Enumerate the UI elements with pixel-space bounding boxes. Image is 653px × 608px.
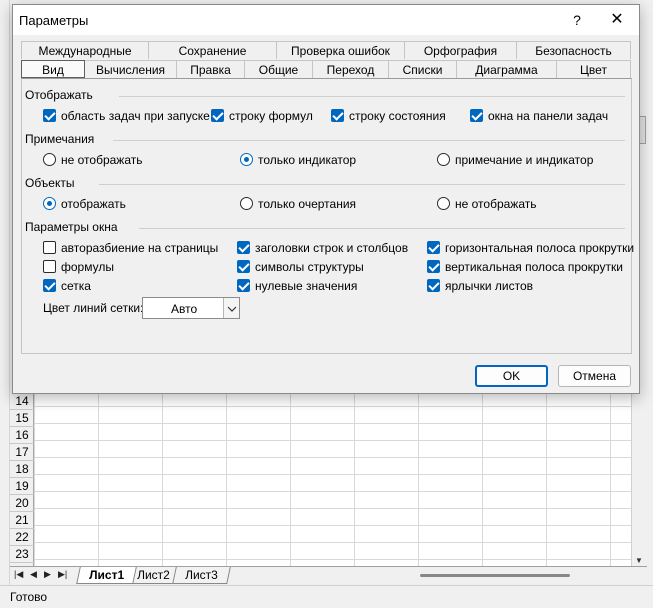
sheet-tab-3[interactable]: Лист3 <box>172 567 231 584</box>
tab-calculation[interactable]: Вычисления <box>85 60 177 78</box>
radio-label: примечание и индикатор <box>455 153 594 167</box>
checkbox-icon <box>470 109 483 122</box>
tab-chart[interactable]: Диаграмма <box>457 60 557 78</box>
checkbox-label: заголовки строк и столбцов <box>255 241 409 255</box>
checkbox-label: строку формул <box>229 109 313 123</box>
checkbox-label: символы структуры <box>255 260 364 274</box>
checkbox-icon <box>237 241 250 254</box>
row-header[interactable]: 22 <box>10 529 34 546</box>
objects-section-title: Объекты <box>25 176 75 190</box>
checkbox-label: авторазбиение на страницы <box>61 241 219 255</box>
radio-label: только индикатор <box>258 153 357 167</box>
status-text: Готово <box>10 590 48 604</box>
checkbox-icon <box>43 260 56 273</box>
section-divider <box>99 184 625 185</box>
checkbox-icon <box>237 260 250 273</box>
row-header[interactable]: 15 <box>10 410 34 427</box>
gridline-color-label: Цвет линий сетки: <box>43 301 144 315</box>
row-header[interactable]: 23 <box>10 546 34 563</box>
checkbox-label: сетка <box>61 279 91 293</box>
checkbox-icon <box>43 109 56 122</box>
radio-icon <box>437 153 450 166</box>
checkbox-label: ярлычки листов <box>445 279 534 293</box>
checkbox-icon <box>331 109 344 122</box>
tab-row-back: Международные Сохранение Проверка ошибок… <box>21 41 632 59</box>
row-header[interactable]: 18 <box>10 461 34 478</box>
checkbox-label: вертикальная полоса прокрутки <box>445 260 623 274</box>
radio-icon <box>43 153 56 166</box>
tab-edit[interactable]: Правка <box>177 60 245 78</box>
sheet-tab-1[interactable]: Лист1 <box>76 567 137 584</box>
window-edge <box>0 0 10 608</box>
dialog-titlebar[interactable]: Параметры ? ✕ <box>13 5 639 35</box>
tab-security[interactable]: Безопасность <box>517 41 631 59</box>
tab-color[interactable]: Цвет <box>557 60 631 78</box>
radio-label: только очертания <box>258 197 357 211</box>
row-header[interactable]: 20 <box>10 495 34 512</box>
radio-icon <box>437 197 450 210</box>
last-sheet-icon[interactable]: ▶| <box>58 569 67 580</box>
chevron-down-icon[interactable] <box>223 298 239 318</box>
status-bar: Готово <box>0 585 653 608</box>
checkbox-label: нулевые значения <box>255 279 358 293</box>
horizontal-scroll-thumb[interactable] <box>420 574 570 577</box>
tab-transition[interactable]: Переход <box>313 60 389 78</box>
row-header[interactable]: 19 <box>10 478 34 495</box>
tab-lists[interactable]: Списки <box>389 60 457 78</box>
tab-save[interactable]: Сохранение <box>149 41 277 59</box>
section-divider <box>113 140 625 141</box>
checkbox-icon <box>427 241 440 254</box>
first-sheet-icon[interactable]: |◀ <box>14 569 23 580</box>
display-section-title: Отображать <box>25 88 93 102</box>
checkbox-label: горизонтальная полоса прокрутки <box>445 241 635 255</box>
checkbox-icon <box>237 279 250 292</box>
close-button[interactable]: ✕ <box>605 9 629 31</box>
checkbox-label: окна на панели задач <box>488 109 609 123</box>
cancel-button[interactable]: Отмена <box>558 365 631 387</box>
section-divider <box>119 96 625 97</box>
horizontal-scrollbar[interactable] <box>390 571 640 581</box>
options-dialog: Параметры ? ✕ Международные Сохранение П… <box>12 4 640 394</box>
comments-section-title: Примечания <box>25 132 95 146</box>
tab-international[interactable]: Международные <box>21 41 149 59</box>
section-divider <box>139 228 625 229</box>
checkbox-icon <box>427 279 440 292</box>
radio-label: не отображать <box>61 153 143 167</box>
row-header[interactable]: 17 <box>10 444 34 461</box>
next-sheet-icon[interactable]: ▶ <box>44 569 51 580</box>
gridline-color-value: Авто <box>171 302 198 316</box>
checkbox-icon <box>43 241 56 254</box>
tab-spelling[interactable]: Орфография <box>405 41 517 59</box>
window-options-section-title: Параметры окна <box>25 220 118 234</box>
radio-label: не отображать <box>455 197 537 211</box>
radio-icon <box>240 197 253 210</box>
checkbox-icon <box>43 279 56 292</box>
dialog-title: Параметры <box>19 13 89 28</box>
radio-icon <box>43 197 56 210</box>
row-header[interactable]: 21 <box>10 512 34 529</box>
row-header[interactable]: 16 <box>10 427 34 444</box>
checkbox-icon <box>427 260 440 273</box>
tab-error-checking[interactable]: Проверка ошибок <box>277 41 405 59</box>
ok-button[interactable]: OK <box>475 365 548 387</box>
sheet-tab-bar: |◀ ◀ ▶ ▶| Лист1 Лист2 Лист3 <box>10 566 647 584</box>
tab-general[interactable]: Общие <box>245 60 313 78</box>
gridline-color-select[interactable]: Авто <box>142 297 240 319</box>
tab-row-front: Вид Вычисления Правка Общие Переход Спис… <box>21 60 632 78</box>
scroll-down-icon[interactable]: ▼ <box>635 556 643 565</box>
radio-icon <box>240 153 253 166</box>
tab-view[interactable]: Вид <box>21 60 85 78</box>
checkbox-label: область задач при запуске <box>61 109 210 123</box>
help-button[interactable]: ? <box>566 9 588 31</box>
prev-sheet-icon[interactable]: ◀ <box>30 569 37 580</box>
checkbox-label: строку состояния <box>349 109 446 123</box>
checkbox-icon <box>211 109 224 122</box>
row-header[interactable]: 14 <box>10 393 34 410</box>
radio-label: отображать <box>61 197 126 211</box>
checkbox-label: формулы <box>61 260 114 274</box>
